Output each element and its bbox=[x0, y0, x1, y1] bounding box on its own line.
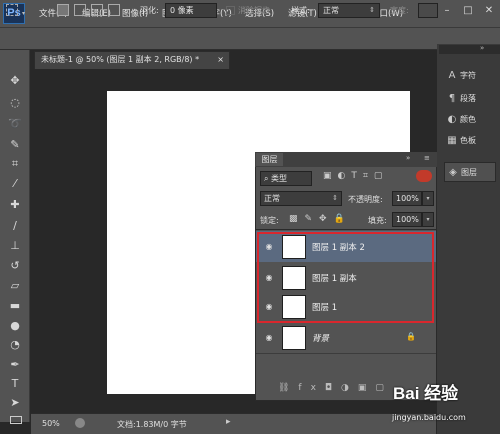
layers-icon: ◈ bbox=[449, 167, 457, 178]
status-bar bbox=[31, 413, 436, 434]
collapse-dock-icon[interactable]: » bbox=[480, 44, 484, 52]
document-tab[interactable]: 未标题-1 @ 50% (图层 1 副本 2, RGB/8) * × bbox=[34, 51, 230, 69]
eraser-icon[interactable]: ▱ bbox=[6, 277, 24, 295]
style-select[interactable]: 正常 ⇕ bbox=[318, 3, 380, 18]
search-icon: ⌕ bbox=[264, 174, 272, 183]
document-tab-title: 未标题-1 @ 50% (图层 1 副本 2, RGB/8) * bbox=[41, 55, 200, 64]
visibility-eye-icon[interactable]: ◉ bbox=[264, 333, 274, 343]
antialias-label: 消除锯齿 bbox=[238, 6, 270, 15]
crop-icon[interactable]: ⌗ bbox=[6, 155, 24, 173]
watermark: Bai 经验 jingyan.baidu.com bbox=[385, 377, 500, 434]
add-selection-icon[interactable] bbox=[74, 4, 86, 16]
pen-icon[interactable]: ✒ bbox=[6, 356, 24, 374]
status-arrow-icon[interactable]: ▸ bbox=[226, 417, 231, 427]
filter-toggle[interactable] bbox=[416, 170, 432, 182]
document-info: 文档:1.83M/0 字节 bbox=[117, 420, 187, 429]
dodge-icon[interactable]: ◔ bbox=[6, 336, 24, 354]
fill-label: 填充: bbox=[368, 216, 387, 225]
watermark-logo: Bai 经验 bbox=[393, 384, 459, 403]
marquee-icon[interactable]: ◌ bbox=[6, 94, 24, 112]
type-tool-icon[interactable]: T bbox=[6, 375, 24, 393]
layers-tab[interactable]: 图层 bbox=[256, 153, 283, 166]
healing-brush-icon[interactable]: ✚ bbox=[6, 196, 24, 214]
swatches-icon: ▦ bbox=[447, 135, 457, 146]
restore-button[interactable]: □ bbox=[461, 4, 475, 18]
panel-footer-icons[interactable]: ⛓fx◘◑▣▢ bbox=[278, 383, 393, 393]
new-selection-icon[interactable] bbox=[57, 4, 69, 16]
dock-item-color[interactable]: ◐ 颜色 bbox=[444, 110, 496, 130]
path-select-icon[interactable]: ➤ bbox=[6, 394, 24, 412]
quick-select-icon[interactable]: ✎ bbox=[6, 136, 24, 154]
layer-filter-value: 类型 bbox=[271, 174, 288, 183]
dock-item-paragraph[interactable]: ¶ 段落 bbox=[444, 89, 496, 109]
rectangle-tool-icon[interactable] bbox=[10, 416, 22, 424]
fill-dropdown-icon[interactable]: ▾ bbox=[422, 212, 434, 227]
history-brush-icon[interactable]: ↺ bbox=[6, 257, 24, 275]
dock-label-color: 颜色 bbox=[460, 115, 476, 124]
intersect-selection-icon[interactable] bbox=[108, 4, 120, 16]
chevron-updown-icon: ⇕ bbox=[369, 6, 375, 14]
lock-icons[interactable]: ▩✎✥🔒 bbox=[289, 214, 352, 224]
lock-label: 锁定: bbox=[260, 216, 279, 225]
paragraph-icon: ¶ bbox=[448, 93, 456, 104]
subtract-selection-icon[interactable] bbox=[91, 4, 103, 16]
clone-stamp-icon[interactable]: ⊥ bbox=[6, 237, 24, 255]
blend-mode-value: 正常 bbox=[264, 194, 280, 203]
divider bbox=[255, 229, 437, 230]
chevron-updown-icon: ⇕ bbox=[332, 194, 338, 202]
dock-label-paragraph: 段落 bbox=[460, 94, 476, 103]
dock-label-character: 字符 bbox=[460, 71, 476, 80]
dock-item-character[interactable]: A 字符 bbox=[444, 66, 496, 86]
layer-name: 背景 bbox=[312, 334, 330, 344]
lock-icon: 🔒 bbox=[406, 332, 416, 341]
layer-row[interactable]: ◉ 背景 🔒 bbox=[256, 322, 436, 354]
feather-input[interactable]: 0 像素 bbox=[165, 3, 217, 18]
dock-item-layers[interactable]: ◈ 图层 bbox=[444, 162, 496, 182]
dock-header bbox=[439, 45, 500, 54]
marquee-tool-icon[interactable] bbox=[6, 4, 18, 16]
width-label: 宽度: bbox=[390, 6, 409, 15]
lasso-icon[interactable]: ➰ bbox=[6, 115, 24, 133]
width-input[interactable] bbox=[418, 3, 438, 18]
zoom-level[interactable]: 50% bbox=[42, 419, 60, 428]
dock-item-swatches[interactable]: ▦ 色板 bbox=[444, 131, 496, 151]
antialias-checkbox[interactable] bbox=[226, 6, 235, 15]
info-icon[interactable] bbox=[75, 418, 85, 428]
chevron-down-icon[interactable]: ▾ bbox=[22, 10, 25, 17]
move-tool-icon[interactable]: ✥ bbox=[6, 72, 24, 90]
layer-filter-select[interactable]: ⌕ 类型 bbox=[260, 171, 312, 186]
blend-mode-select[interactable]: 正常 ⇕ bbox=[260, 191, 342, 206]
close-tab-icon[interactable]: × bbox=[217, 52, 224, 68]
brush-icon[interactable]: ∕ bbox=[6, 217, 24, 235]
panel-menu-icon[interactable]: ≡ bbox=[424, 154, 430, 162]
opacity-input[interactable]: 100% bbox=[392, 191, 422, 206]
character-icon: A bbox=[448, 70, 456, 81]
style-label: 样式: bbox=[291, 6, 310, 15]
close-window-button[interactable]: ✕ bbox=[482, 4, 496, 18]
collapse-panel-icon[interactable]: » bbox=[406, 154, 410, 162]
layer-thumbnail bbox=[282, 326, 306, 350]
style-select-value: 正常 bbox=[323, 6, 339, 15]
eyedropper-icon[interactable]: ⁄ bbox=[6, 175, 24, 193]
dock-label-layers: 图层 bbox=[461, 168, 477, 177]
watermark-url: jingyan.baidu.com bbox=[392, 413, 466, 422]
minimize-button[interactable]: – bbox=[440, 4, 454, 18]
filter-icons[interactable]: ▣◐T⌗▢ bbox=[323, 171, 388, 181]
opacity-dropdown-icon[interactable]: ▾ bbox=[422, 191, 434, 206]
opacity-label: 不透明度: bbox=[348, 195, 383, 204]
options-bar bbox=[0, 28, 500, 50]
blur-icon[interactable]: ● bbox=[6, 317, 24, 335]
highlight-box bbox=[257, 232, 434, 323]
feather-label: 羽化: bbox=[140, 6, 159, 15]
gradient-icon[interactable]: ▬ bbox=[6, 297, 24, 315]
fill-input[interactable]: 100% bbox=[392, 212, 422, 227]
color-icon: ◐ bbox=[447, 114, 457, 125]
dock-label-swatches: 色板 bbox=[460, 136, 476, 145]
